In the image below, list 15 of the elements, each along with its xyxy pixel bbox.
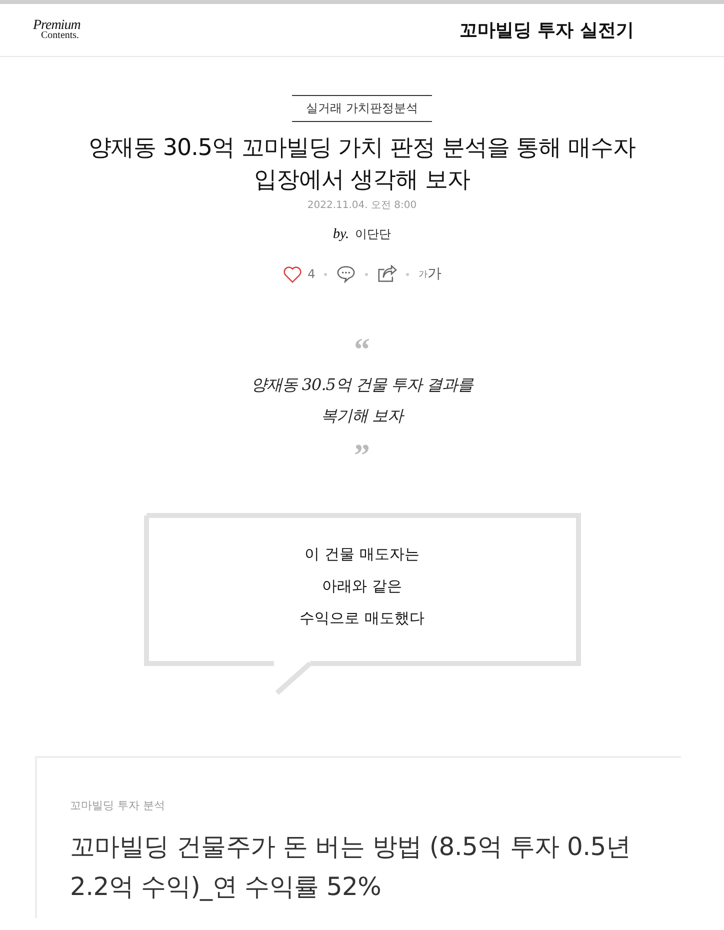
card-category: 꼬마빌딩 투자 분석 bbox=[70, 798, 166, 813]
category-label: 실거래 가치판정분석 bbox=[292, 95, 432, 122]
article-headline: 양재동 30.5억 꼬마빌딩 가치 판정 분석을 통해 매수자 입장에서 생각해 보자 bbox=[88, 134, 636, 195]
like-count: 4 bbox=[308, 267, 316, 281]
card-title[interactable]: 꼬마빌딩 건물주가 돈 버는 방법 (8.5억 투자 0.5년 2.2억 수익)_연 수익률 52% bbox=[70, 827, 660, 907]
logo-text[interactable]: Contents. bbox=[41, 31, 80, 41]
font-size-button[interactable]: 가가 bbox=[418, 265, 442, 283]
publish-date: 2022.11.04. 오전 8:00 bbox=[307, 199, 417, 212]
author-name[interactable]: 이단단 bbox=[354, 226, 391, 243]
header-title: 꼬마빌딩 투자 실전기 bbox=[459, 19, 634, 42]
callout-text: 이 건물 매도자는 아래와 같은 수익으로 매도했다 bbox=[300, 544, 424, 629]
byline-prefix: by. bbox=[333, 227, 349, 243]
open-quote-mark: “ bbox=[354, 335, 370, 357]
close-quote-mark: ” bbox=[354, 441, 370, 463]
pull-quote-text: 양재동 30.5억 건물 투자 결과를 복기해 보자 bbox=[250, 374, 474, 427]
